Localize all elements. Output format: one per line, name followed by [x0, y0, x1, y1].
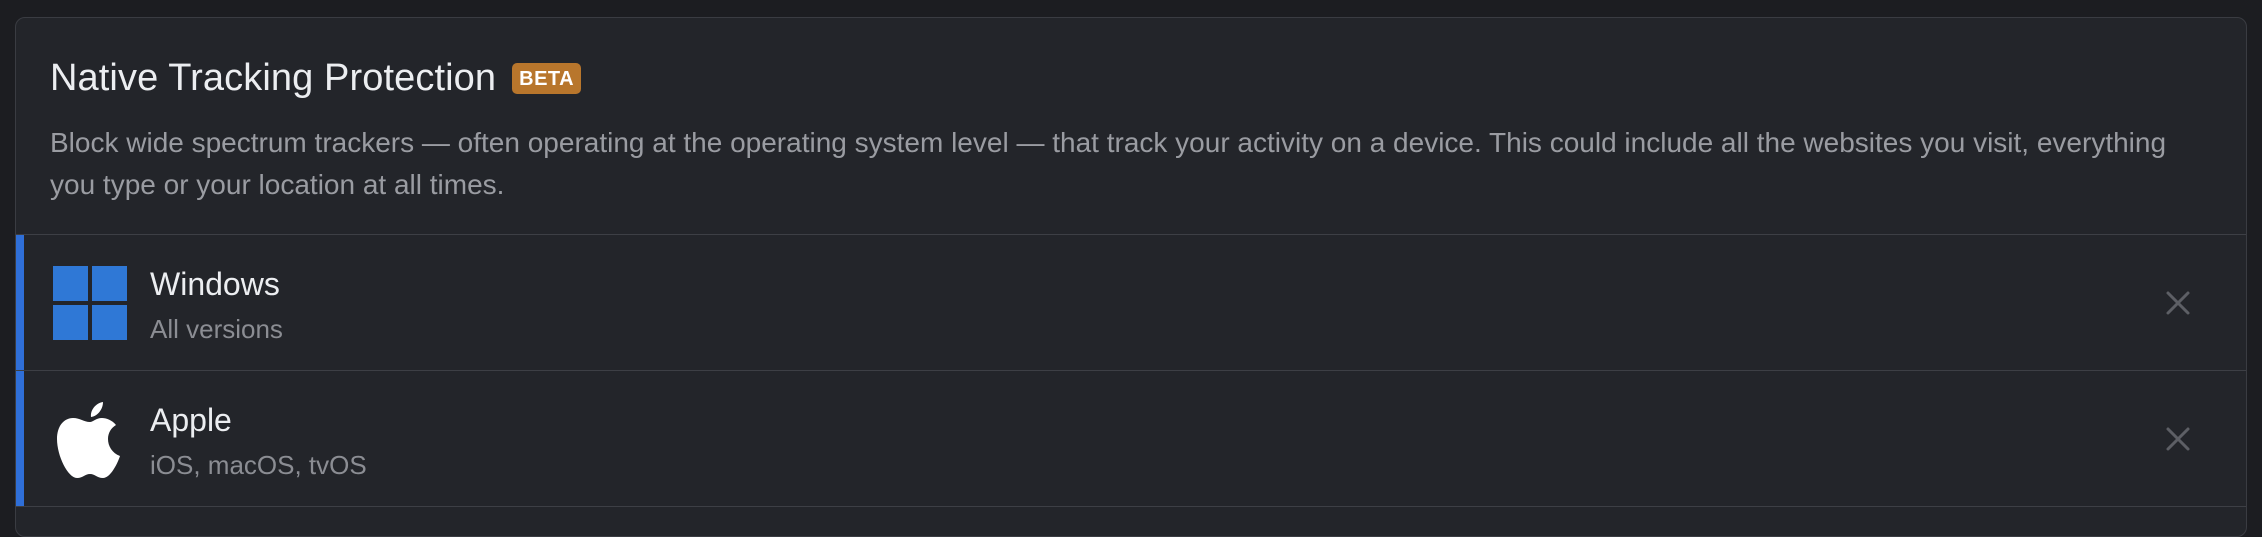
apple-logo-icon	[52, 401, 128, 478]
item-accent-bar	[16, 235, 24, 370]
close-icon[interactable]	[2162, 287, 2194, 319]
section-header: Native Tracking Protection BETA Block wi…	[16, 18, 2246, 235]
list-item-apple[interactable]: Apple iOS, macOS, tvOS	[16, 371, 2246, 507]
item-text: Windows All versions	[150, 265, 283, 345]
native-tracking-protection-card: Native Tracking Protection BETA Block wi…	[15, 17, 2247, 537]
section-title: Native Tracking Protection	[50, 56, 497, 99]
windows-logo-icon	[52, 265, 128, 341]
item-name: Windows	[150, 266, 280, 302]
item-text: Apple iOS, macOS, tvOS	[150, 401, 367, 481]
title-row: Native Tracking Protection BETA	[50, 56, 2246, 100]
beta-badge: BETA	[512, 62, 582, 94]
item-accent-bar	[16, 371, 24, 506]
list-item-windows[interactable]: Windows All versions	[16, 235, 2246, 371]
close-icon[interactable]	[2162, 423, 2194, 455]
item-subtitle: iOS, macOS, tvOS	[150, 450, 367, 480]
section-description: Block wide spectrum trackers — often ope…	[50, 127, 2167, 200]
item-name: Apple	[150, 402, 232, 438]
item-subtitle: All versions	[150, 314, 283, 344]
